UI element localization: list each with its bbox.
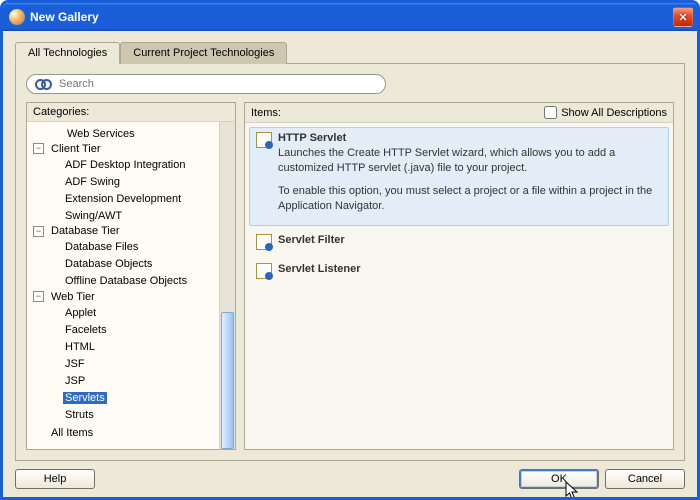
tree-expander[interactable]: − <box>33 143 44 154</box>
close-icon[interactable]: ✕ <box>673 7 693 27</box>
item-title: Servlet Listener <box>278 263 361 275</box>
tab-panel: Categories: Web Services −Client Tier ADF … <box>15 63 685 461</box>
tree-leaf[interactable]: Servlets <box>45 392 109 404</box>
tree-leaf[interactable]: Web Services <box>31 128 139 140</box>
app-icon <box>9 9 25 25</box>
search-icon <box>35 77 51 91</box>
tree-branch[interactable]: All Items <box>31 427 97 439</box>
tree-wrap: Web Services −Client Tier ADF Desktop Inte… <box>27 122 235 449</box>
scroll-thumb[interactable] <box>221 312 234 449</box>
categories-tree[interactable]: Web Services −Client Tier ADF Desktop Inte… <box>27 122 219 449</box>
split-panes: Categories: Web Services −Client Tier ADF … <box>26 102 674 450</box>
button-label: Help <box>44 473 67 485</box>
tree-leaf[interactable]: Applet <box>45 307 100 319</box>
tab-label: All Technologies <box>28 47 107 59</box>
tree-expander[interactable]: − <box>33 226 44 237</box>
tree-scrollbar[interactable] <box>219 122 235 449</box>
tree-leaf[interactable]: Offline Database Objects <box>45 275 191 287</box>
tree-branch[interactable]: −Client Tier <box>31 143 105 155</box>
tree-leaf[interactable]: Swing/AWT <box>45 210 126 222</box>
tree-branch[interactable]: −Web Tier <box>31 291 99 303</box>
categories-header: Categories: <box>27 103 235 122</box>
list-item[interactable]: Servlet Filter <box>249 229 669 255</box>
tree-leaf[interactable]: Database Files <box>45 241 142 253</box>
ok-button[interactable]: OK <box>519 469 599 489</box>
show-all-descriptions[interactable]: Show All Descriptions <box>544 106 667 119</box>
tab-strip: All Technologies Current Project Technol… <box>15 41 685 63</box>
search-box[interactable] <box>26 74 386 94</box>
tree-leaf[interactable]: Database Objects <box>45 258 156 270</box>
item-title: HTTP Servlet <box>278 132 662 144</box>
tab-label: Current Project Technologies <box>133 47 274 59</box>
tree-branch[interactable]: −Database Tier <box>31 225 123 237</box>
tree-leaf[interactable]: Facelets <box>45 324 111 336</box>
tree-leaf[interactable]: ADF Swing <box>45 176 124 188</box>
show-all-descriptions-checkbox[interactable] <box>544 106 557 119</box>
button-label: OK <box>551 473 567 485</box>
servlet-icon <box>256 263 272 279</box>
tree-leaf[interactable]: JSP <box>45 375 89 387</box>
show-all-descriptions-label: Show All Descriptions <box>561 107 667 119</box>
tree-leaf[interactable]: ADF Desktop Integration <box>45 159 189 171</box>
tree-leaf[interactable]: Struts <box>45 409 98 421</box>
item-title: Servlet Filter <box>278 234 345 246</box>
item-description: Launches the Create HTTP Servlet wizard,… <box>278 146 662 213</box>
servlet-icon <box>256 234 272 250</box>
categories-label: Categories: <box>33 106 89 118</box>
servlet-icon <box>256 132 272 148</box>
titlebar: New Gallery ✕ <box>3 3 697 31</box>
cancel-button[interactable]: Cancel <box>605 469 685 489</box>
button-label: Cancel <box>628 473 662 485</box>
items-pane: Items: Show All Descriptions HTTP Servle… <box>244 102 674 450</box>
help-button[interactable]: Help <box>15 469 95 489</box>
categories-pane: Categories: Web Services −Client Tier ADF … <box>26 102 236 450</box>
new-gallery-window: New Gallery ✕ All Technologies Current P… <box>0 0 700 500</box>
items-list[interactable]: HTTP Servlet Launches the Create HTTP Ser… <box>245 123 673 449</box>
search-input[interactable] <box>57 77 377 91</box>
items-label: Items: <box>251 107 281 119</box>
window-title: New Gallery <box>30 10 673 24</box>
tab-current-project-technologies[interactable]: Current Project Technologies <box>120 42 287 64</box>
search-row <box>26 74 674 94</box>
tree-leaf[interactable]: JSF <box>45 358 89 370</box>
items-header: Items: Show All Descriptions <box>245 103 673 123</box>
list-item[interactable]: Servlet Listener <box>249 258 669 284</box>
client-area: All Technologies Current Project Technol… <box>3 31 697 497</box>
button-row: Help OK Cancel <box>15 461 685 489</box>
list-item[interactable]: HTTP Servlet Launches the Create HTTP Ser… <box>249 127 669 226</box>
tree-expander[interactable]: − <box>33 291 44 302</box>
tab-all-technologies[interactable]: All Technologies <box>15 42 120 64</box>
tree-leaf[interactable]: HTML <box>45 341 99 353</box>
tree-leaf[interactable]: Extension Development <box>45 193 185 205</box>
